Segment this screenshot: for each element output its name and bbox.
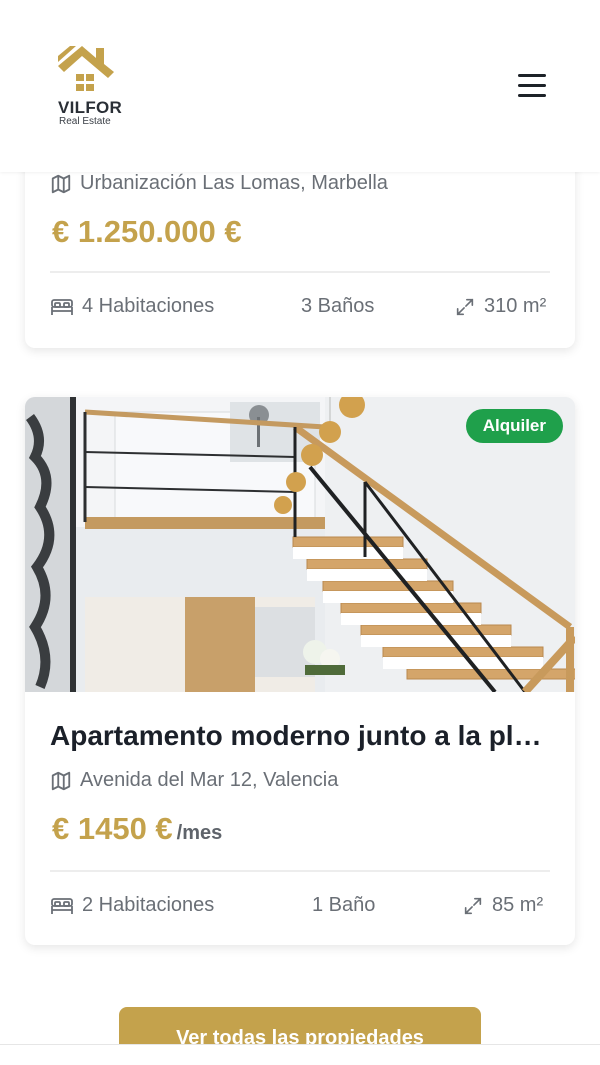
bedrooms-feature: 2 Habitaciones xyxy=(50,894,214,917)
property-address: Avenida del Mar 12, Valencia xyxy=(50,769,338,792)
bed-icon xyxy=(51,298,73,315)
property-title[interactable]: Apartamento moderno junto a la playa xyxy=(50,720,555,752)
property-price: € 1.250.000 € xyxy=(52,214,242,249)
bathrooms-feature: 1 Baño xyxy=(312,894,376,916)
property-card[interactable]: Alquiler Apartamento moderno junto a la … xyxy=(25,397,575,945)
property-price: € 1450 €/mes xyxy=(52,811,223,846)
brand-name: VILFOR xyxy=(58,98,123,117)
area-feature: 310 m² xyxy=(454,295,546,318)
listing-type-badge: Alquiler xyxy=(465,409,563,443)
logo[interactable]: VILFOR Real Estate xyxy=(56,44,123,130)
expand-icon xyxy=(464,897,482,914)
divider xyxy=(50,271,550,273)
brand-tagline: Real Estate xyxy=(59,116,111,127)
bottom-bar xyxy=(0,1044,600,1065)
house-logo-icon xyxy=(58,46,114,91)
divider xyxy=(50,870,550,872)
bedrooms-feature: 4 Habitaciones xyxy=(50,295,214,318)
bathrooms-feature: 3 Baños xyxy=(301,295,375,317)
hamburger-icon[interactable] xyxy=(514,70,550,102)
property-photo[interactable]: Alquiler xyxy=(25,397,575,692)
map-icon xyxy=(51,174,71,193)
property-address: Urbanización Las Lomas, Marbella xyxy=(50,172,388,195)
area-feature: 85 m² xyxy=(462,894,543,917)
map-icon xyxy=(51,771,71,790)
expand-icon xyxy=(456,298,474,315)
site-header: VILFOR Real Estate xyxy=(0,0,600,172)
bed-icon xyxy=(51,897,73,914)
